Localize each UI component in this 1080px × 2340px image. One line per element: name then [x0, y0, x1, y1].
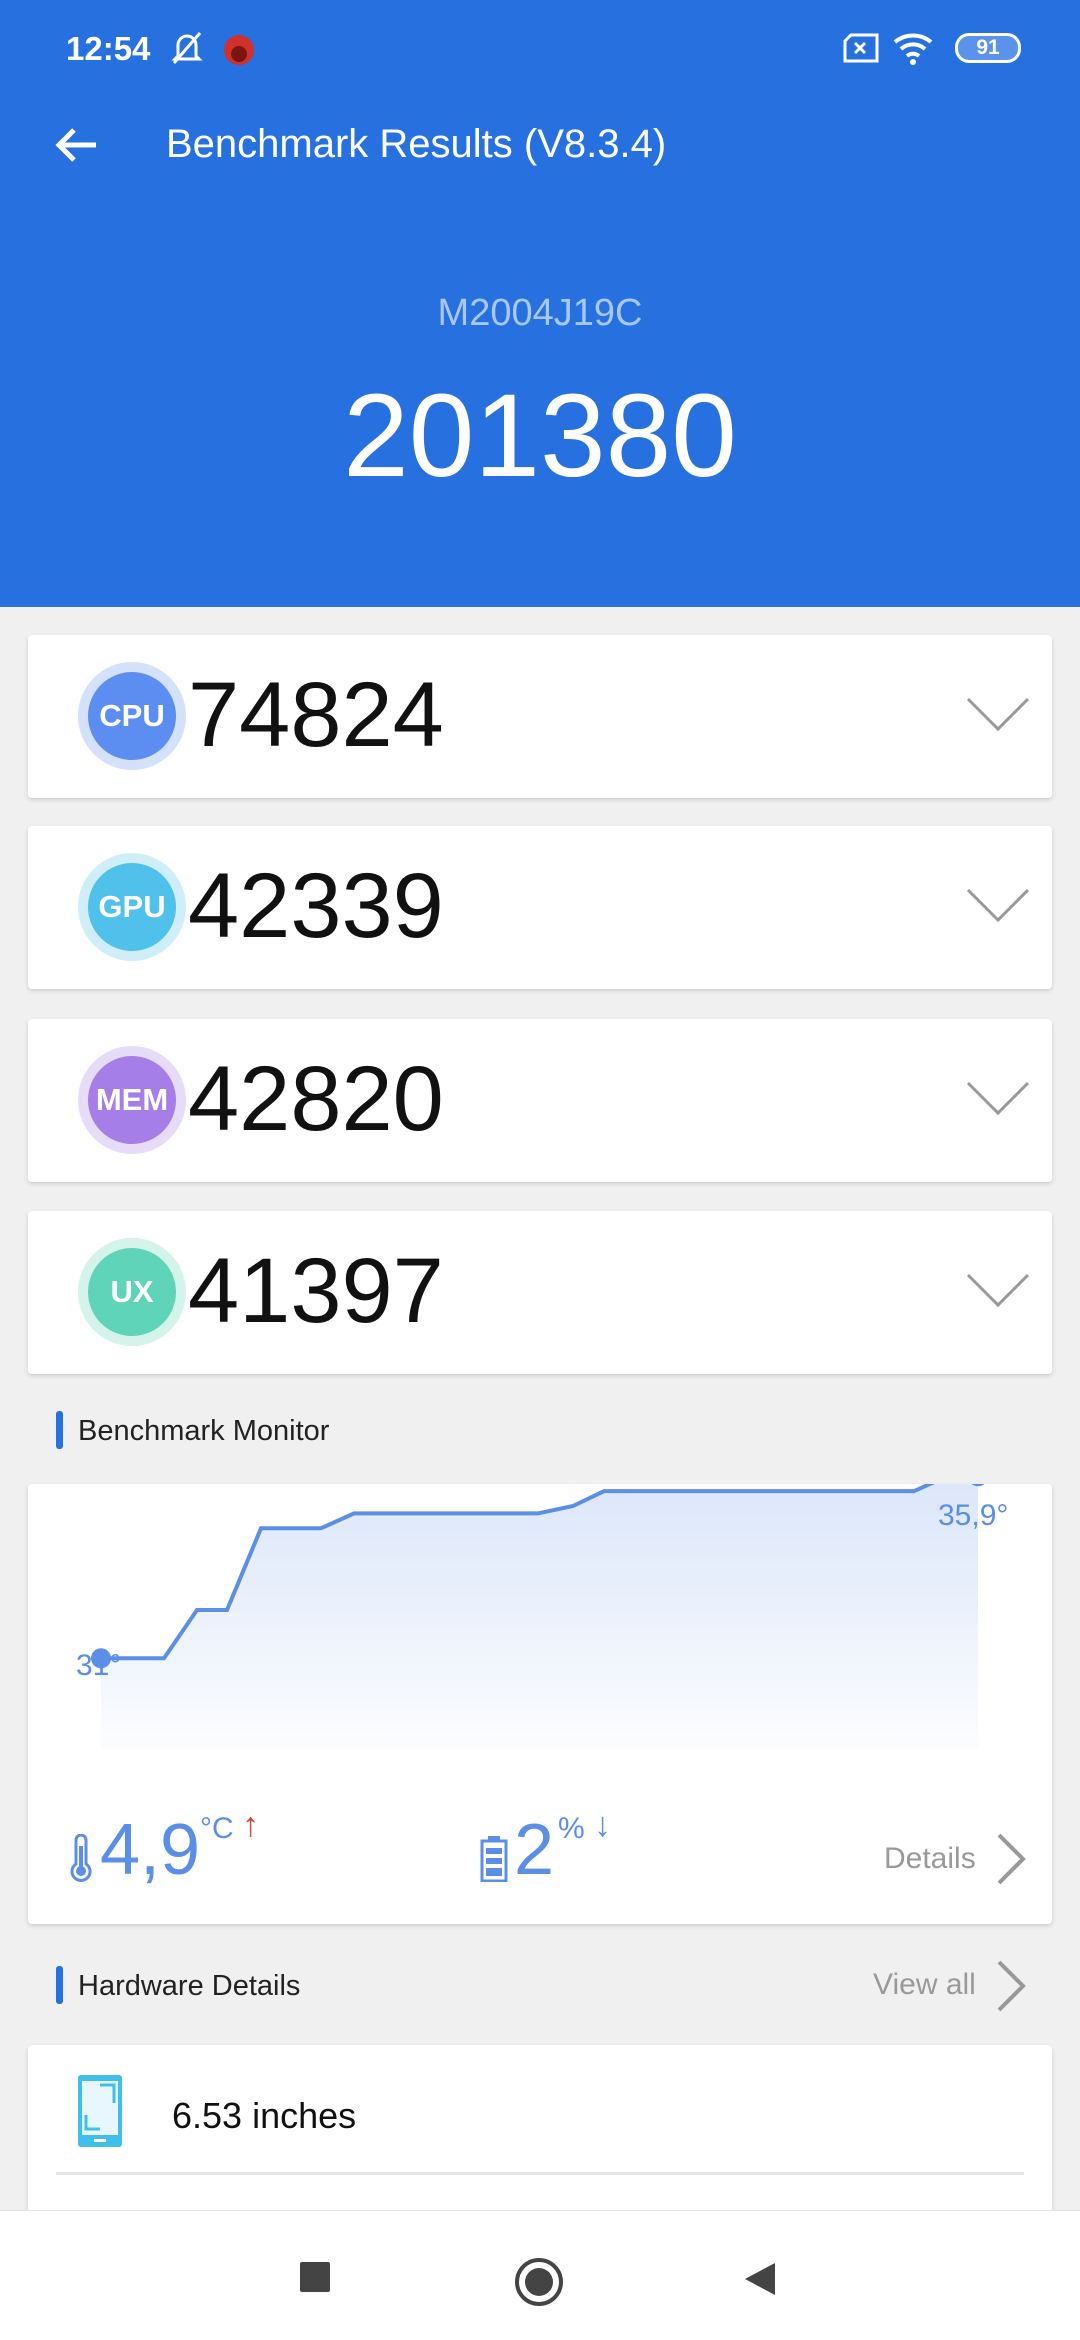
details-link[interactable]: Details: [884, 1842, 976, 1876]
chevron-down-icon[interactable]: [966, 695, 1030, 735]
score-badge: CPU: [78, 662, 186, 770]
temperature-chart: [91, 1484, 985, 1749]
temperature-rise: 4,9: [100, 1810, 201, 1890]
total-score: 201380: [343, 370, 737, 502]
battery-unit: %: [558, 1812, 585, 1845]
back-arrow-icon[interactable]: [52, 120, 102, 170]
chart-start-label: 31°: [76, 1649, 122, 1682]
score-value: 41397: [188, 1240, 444, 1342]
view-all-link[interactable]: View all: [873, 1968, 976, 2002]
temperature-unit: °C: [200, 1812, 234, 1845]
recents-button[interactable]: [300, 2262, 330, 2292]
score-label: MEM: [88, 1056, 176, 1144]
arrow-down-icon: ↓: [594, 1806, 611, 1844]
view-all-chevron-icon[interactable]: [993, 1958, 1029, 2014]
home-button[interactable]: [515, 2258, 563, 2306]
score-card-cpu[interactable]: CPU 74824: [28, 635, 1052, 798]
status-bar: 12:54 91: [0, 0, 1080, 97]
sim-icon: [843, 33, 879, 63]
hardware-item-screen: 6.53 inches: [172, 2095, 357, 2136]
battery-icon: [480, 1836, 508, 1882]
score-value: 42820: [188, 1048, 444, 1150]
score-card-mem[interactable]: MEM 42820: [28, 1019, 1052, 1182]
score-card-gpu[interactable]: GPU 42339: [28, 826, 1052, 989]
chevron-down-icon[interactable]: [966, 1271, 1030, 1311]
benchmark-monitor-heading: Benchmark Monitor: [56, 1411, 329, 1449]
score-label: UX: [88, 1248, 176, 1336]
back-button[interactable]: [743, 2261, 777, 2297]
arrow-up-icon: ↑: [242, 1806, 259, 1844]
hardware-details-heading: Hardware Details: [56, 1966, 300, 2004]
thermometer-icon: [70, 1834, 92, 1882]
battery-indicator: 91: [955, 33, 1021, 63]
benchmark-monitor-card[interactable]: 31° 35,9° 4,9 °C ↑ 2 % ↓ Details: [28, 1484, 1052, 1924]
chevron-down-icon[interactable]: [966, 886, 1030, 926]
score-value: 42339: [188, 855, 444, 957]
chevron-down-icon[interactable]: [966, 1079, 1030, 1119]
score-label: CPU: [88, 672, 176, 760]
chart-end-label: 35,9°: [938, 1499, 1009, 1532]
wifi-icon: [893, 33, 933, 65]
phone-screen-icon: [78, 2075, 122, 2147]
page-title: Benchmark Results (V8.3.4): [166, 122, 667, 166]
status-time: 12:54: [66, 30, 151, 67]
score-badge: GPU: [78, 853, 186, 961]
score-badge: MEM: [78, 1046, 186, 1154]
score-label: GPU: [88, 863, 176, 951]
header: 12:54 91 Benchmark Results (V8.3.4) M200…: [0, 0, 1080, 607]
score-value: 74824: [188, 664, 444, 766]
score-card-ux[interactable]: UX 41397: [28, 1211, 1052, 1374]
score-badge: UX: [78, 1238, 186, 1346]
antutu-icon: [224, 35, 254, 65]
divider: [56, 2172, 1024, 2175]
device-model: M2004J19C: [437, 292, 643, 334]
navigation-bar: [0, 2210, 1080, 2340]
battery-drop: 2: [514, 1810, 555, 1890]
chevron-right-icon[interactable]: [993, 1831, 1029, 1887]
chart-area: [101, 1484, 978, 1749]
bell-off-icon: [171, 32, 203, 64]
